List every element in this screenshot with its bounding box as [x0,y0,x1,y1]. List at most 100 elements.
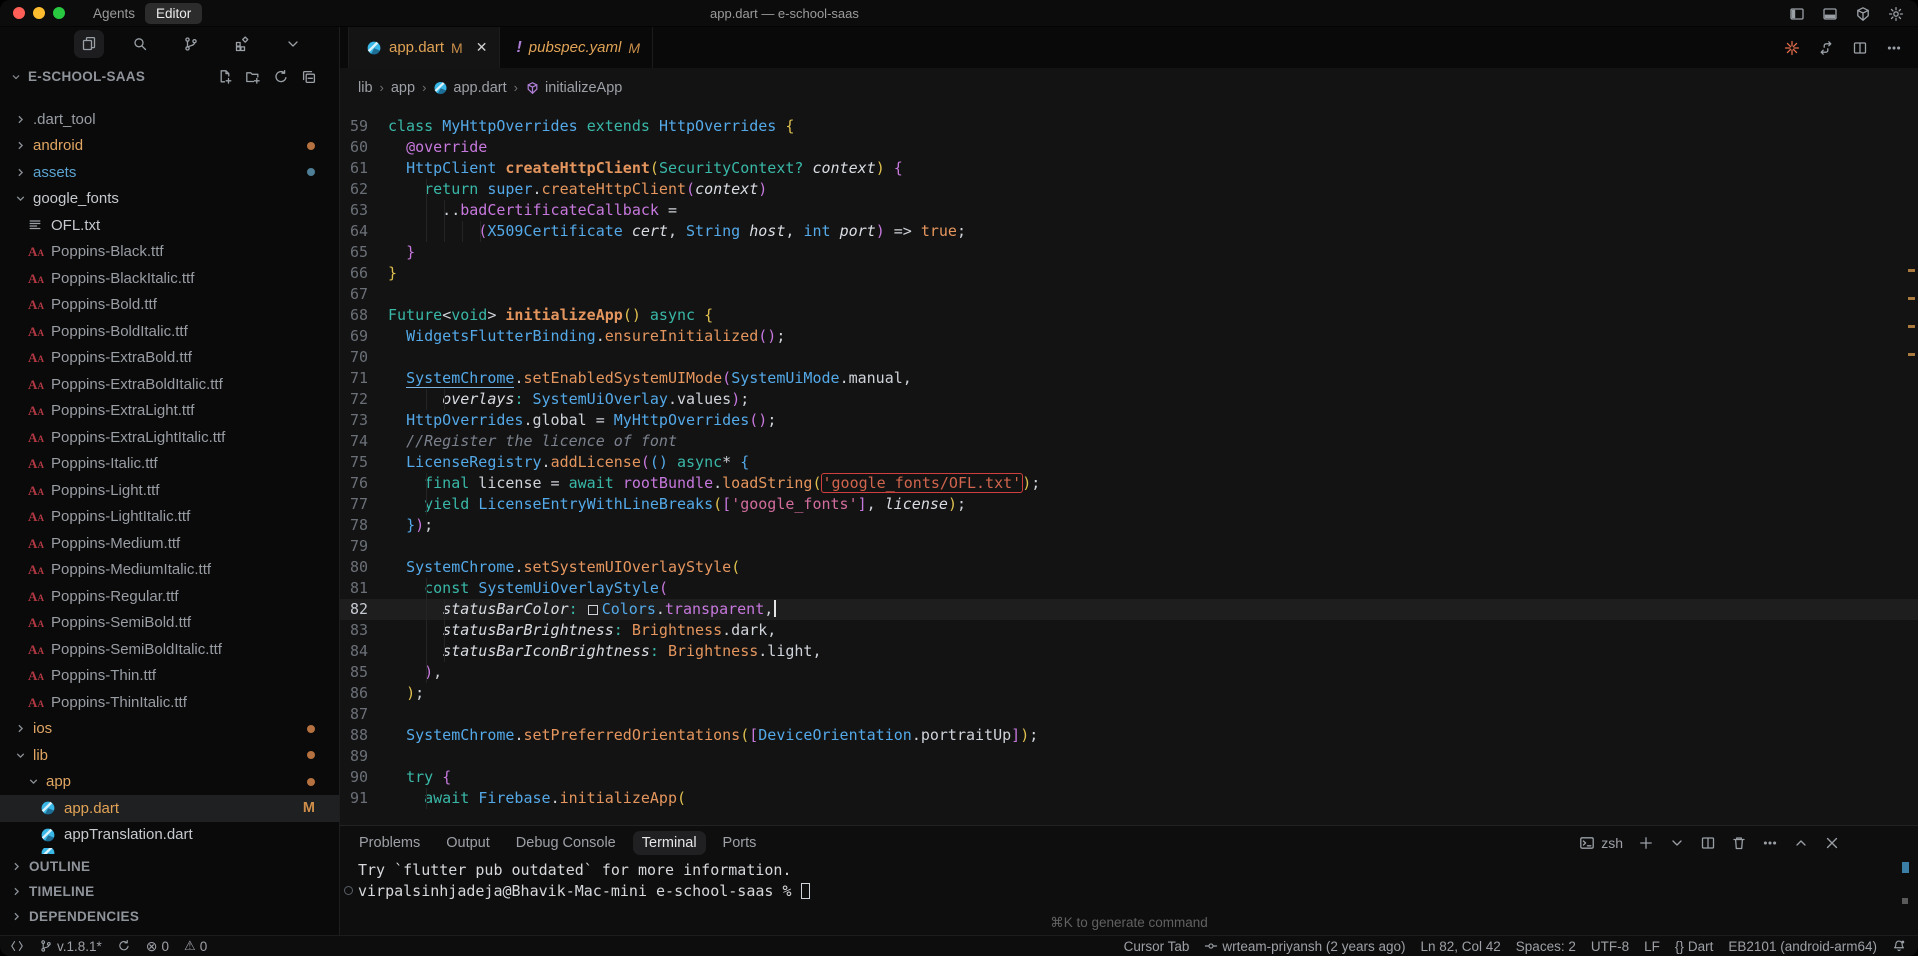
code-line-80[interactable]: 80 SystemChrome.setSystemUIOverlayStyle( [340,557,1918,578]
code-line-69[interactable]: 69 WidgetsFlutterBinding.ensureInitializ… [340,326,1918,347]
status-0[interactable]: ⊗0 [146,938,169,955]
code-line-68[interactable]: 68Future<void> initializeApp() async { [340,305,1918,326]
panel-tab-ports[interactable]: Ports [714,831,766,855]
layout-panel-icon[interactable] [1821,5,1838,22]
compare-changes-icon[interactable] [1817,39,1834,56]
activity-search[interactable] [125,30,155,58]
tree-item-Poppins-Bold.ttf[interactable]: AAPoppins-Bold.ttf [0,292,339,319]
breadcrumb-item-app[interactable]: app [391,80,415,96]
activity-files[interactable] [74,30,104,58]
status-0[interactable]: ⚠0 [184,938,207,954]
chevron-up-icon[interactable] [1792,835,1809,852]
breadcrumb-item-lib[interactable]: lib [358,80,373,96]
code-line-89[interactable]: 89 [340,746,1918,767]
editor-tab-app.dart[interactable]: app.dartM✕ [348,27,500,68]
section-timeline[interactable]: TIMELINE [0,879,339,904]
code-line-84[interactable]: 84 statusBarIconBrightness: Brightness.l… [340,641,1918,662]
refresh-icon[interactable] [272,68,289,85]
tree-item-android[interactable]: android [0,133,339,160]
tree-item-OFL.txt[interactable]: OFL.txt [0,212,339,239]
split-editor-icon[interactable] [1851,39,1868,56]
code-line-59[interactable]: 59class MyHttpOverrides extends HttpOver… [340,116,1918,137]
code-line-91[interactable]: 91 await Firebase.initializeApp( [340,788,1918,809]
code-line-70[interactable]: 70 [340,347,1918,368]
status-wrteam-priyansh-2-years-ago[interactable]: wrteam-priyansh (2 years ago) [1204,939,1405,954]
code-line-64[interactable]: 64 (X509Certificate cert, String host, i… [340,221,1918,242]
section-outline[interactable]: OUTLINE [0,854,339,879]
activity-chevron-down[interactable] [278,30,308,58]
trash-icon[interactable] [1730,835,1747,852]
status-cursor-tab[interactable]: Cursor Tab [1124,939,1190,954]
tree-item-Poppins-ExtraBoldItalic.ttf[interactable]: AAPoppins-ExtraBoldItalic.ttf [0,371,339,398]
more-actions-icon[interactable] [1761,835,1778,852]
ai-star-icon[interactable] [1783,39,1800,56]
panel-tab-debug-console[interactable]: Debug Console [507,831,625,855]
code-line-90[interactable]: 90 try { [340,767,1918,788]
code-line-61[interactable]: 61 HttpClient createHttpClient(SecurityC… [340,158,1918,179]
code-line-79[interactable]: 79 [340,536,1918,557]
breadcrumb-item-app.dart[interactable]: app.dart [433,80,506,96]
tree-item-Poppins-ExtraBold.ttf[interactable]: AAPoppins-ExtraBold.ttf [0,345,339,372]
tree-item-Poppins-MediumItalic.ttf[interactable]: AAPoppins-MediumItalic.ttf [0,557,339,584]
code-line-87[interactable]: 87 [340,704,1918,725]
tree-item-lib[interactable]: lib [0,742,339,769]
panel-tab-problems[interactable]: Problems [350,831,429,855]
panel-tab-terminal[interactable]: Terminal [633,831,706,855]
code-line-73[interactable]: 73 HttpOverrides.global = MyHttpOverride… [340,410,1918,431]
tree-item-Poppins-Italic.ttf[interactable]: AAPoppins-Italic.ttf [0,451,339,478]
code-line-71[interactable]: 71 SystemChrome.setEnabledSystemUIMode(S… [340,368,1918,389]
tree-item-partial[interactable] [0,848,339,854]
tree-item-Poppins-Black.ttf[interactable]: AAPoppins-Black.ttf [0,239,339,266]
close-window-button[interactable] [13,7,25,19]
tree-item-assets[interactable]: assets [0,159,339,186]
activity-source-control[interactable] [176,30,206,58]
tree-item-appTranslation.dart[interactable]: appTranslation.dart [0,822,339,849]
code-line-76[interactable]: 76 final license = await rootBundle.load… [340,473,1918,494]
new-folder-icon[interactable] [244,68,261,85]
terminal[interactable]: Try `flutter pub outdated` for more info… [340,860,1918,902]
tree-item-Poppins-BlackItalic.ttf[interactable]: AAPoppins-BlackItalic.ttf [0,265,339,292]
tree-item-google_fonts[interactable]: google_fonts [0,186,339,213]
shell-selector[interactable]: zsh [1578,835,1623,852]
tree-item-Poppins-LightItalic.ttf[interactable]: AAPoppins-LightItalic.ttf [0,504,339,531]
tree-item-Poppins-Regular.ttf[interactable]: AAPoppins-Regular.ttf [0,583,339,610]
status-eb2101-android-arm64[interactable]: EB2101 (android-arm64) [1728,939,1877,954]
cube-icon[interactable] [1854,5,1871,22]
status-lf[interactable]: LF [1644,939,1660,954]
status-ln-82-col-42[interactable]: Ln 82, Col 42 [1420,939,1500,954]
tree-item-Poppins-Light.ttf[interactable]: AAPoppins-Light.ttf [0,477,339,504]
code-line-82[interactable]: 82 statusBarColor: Colors.transparent, [340,599,1918,620]
tree-item-Poppins-Medium.ttf[interactable]: AAPoppins-Medium.ttf [0,530,339,557]
tree-item-.dart_tool[interactable]: .dart_tool [0,106,339,133]
code-line-75[interactable]: 75 LicenseRegistry.addLicense(() async* … [340,452,1918,473]
titlebar-tab-agents[interactable]: Agents [93,6,135,21]
tree-item-Poppins-Thin.ttf[interactable]: AAPoppins-Thin.ttf [0,663,339,690]
more-actions-icon[interactable] [1885,39,1902,56]
zoom-window-button[interactable] [53,7,65,19]
tree-item-Poppins-SemiBold.ttf[interactable]: AAPoppins-SemiBold.ttf [0,610,339,637]
status-utf-8[interactable]: UTF-8 [1591,939,1629,954]
tree-item-Poppins-ExtraLightItalic.ttf[interactable]: AAPoppins-ExtraLightItalic.ttf [0,424,339,451]
code-line-65[interactable]: 65 } [340,242,1918,263]
code-line-83[interactable]: 83 statusBarBrightness: Brightness.dark, [340,620,1918,641]
new-file-icon[interactable] [216,68,233,85]
collapse-all-icon[interactable] [300,68,317,85]
chevron-down-icon[interactable] [1668,835,1685,852]
plus-icon[interactable] [1637,835,1654,852]
code-line-78[interactable]: 78 }); [340,515,1918,536]
status-dart[interactable]: {}Dart [1675,939,1714,954]
activity-extensions[interactable] [227,30,257,58]
layout-sidebar-icon[interactable] [1788,5,1805,22]
editor-tab-pubspec.yaml[interactable]: !pubspec.yamlM [500,27,653,68]
code-line-63[interactable]: 63 ..badCertificateCallback = [340,200,1918,221]
tree-item-app[interactable]: app [0,769,339,796]
section-dependencies[interactable]: DEPENDENCIES [0,904,339,929]
minimize-window-button[interactable] [33,7,45,19]
code-line-77[interactable]: 77 yield LicenseEntryWithLineBreaks(['go… [340,494,1918,515]
status-bell[interactable] [1892,939,1906,953]
code-line-88[interactable]: 88 SystemChrome.setPreferredOrientations… [340,725,1918,746]
tree-item-app.dart[interactable]: app.dartM [0,795,339,822]
status-v-1-8-1[interactable]: v.1.8.1* [39,939,102,954]
breadcrumb-item-initializeApp[interactable]: initializeApp [525,80,622,96]
tree-item-ios[interactable]: ios [0,716,339,743]
